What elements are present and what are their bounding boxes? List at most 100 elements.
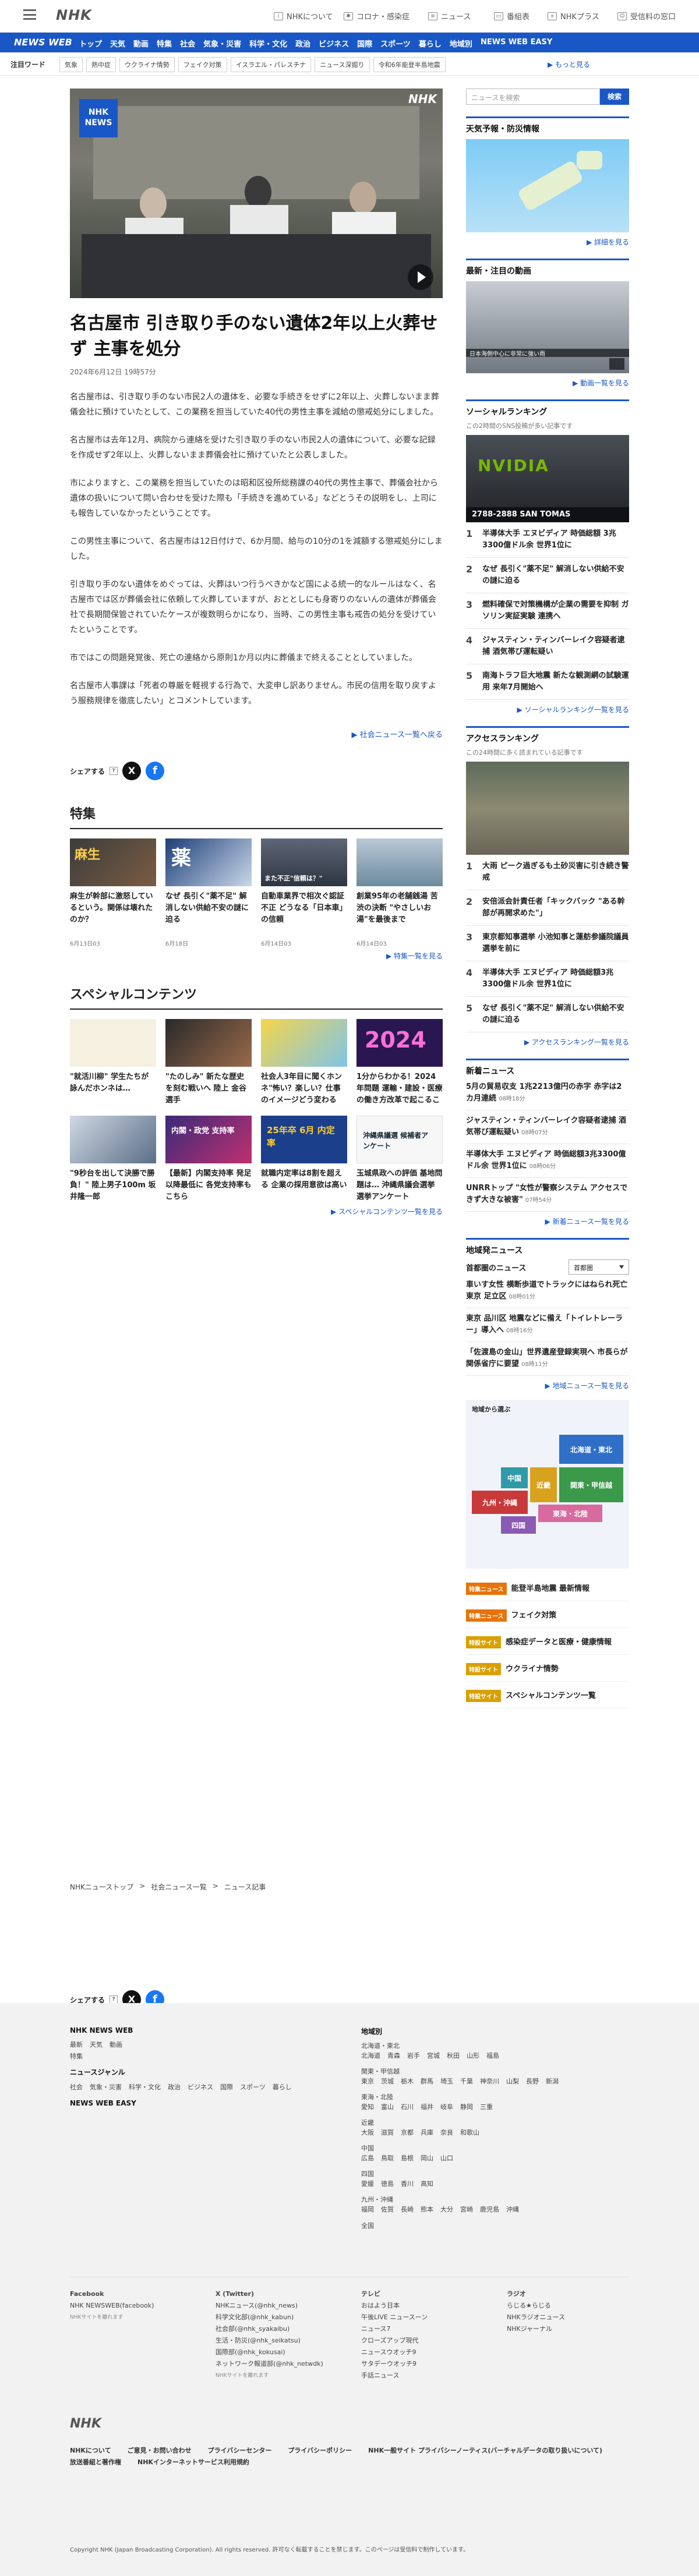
cat-international[interactable]: 国際	[357, 38, 372, 49]
cat-life[interactable]: 暮らし	[419, 38, 442, 49]
keyword-chip[interactable]: 熱中症	[86, 57, 116, 72]
feature-card[interactable]: 創業95年の老舗銭湯 苦渋の決断 "やさしいお湯"を最後まで 6月14日03	[356, 838, 443, 947]
footer-link[interactable]: 栃木	[401, 2076, 414, 2087]
special-link[interactable]: 特設サイト スペシャルコンテンツ一覧	[466, 1690, 629, 1708]
special-card[interactable]: "たのしみ" 新たな歴史を刻む戦いへ 陸上 金谷選手	[165, 1019, 252, 1106]
footer-link[interactable]: 福島	[486, 2050, 499, 2062]
weather-detail-link[interactable]: ▶ 詳細を見る	[466, 237, 629, 247]
footer-link[interactable]: 長野	[526, 2076, 539, 2087]
cat-video[interactable]: 動画	[133, 38, 149, 49]
footer-link[interactable]: NHKについて	[70, 2446, 111, 2455]
nav-news[interactable]: ≡ ニュース	[428, 10, 471, 22]
footer-link[interactable]: 山口	[440, 2153, 453, 2164]
footer-link[interactable]: 群馬	[421, 2076, 433, 2087]
footer-link[interactable]: 埼玉	[440, 2076, 453, 2087]
footer-link[interactable]: NHKニュース(@nhk_news)	[216, 2300, 350, 2312]
special-card[interactable]: "就活川柳" 学生たちが詠んだホンネは…	[70, 1019, 156, 1106]
local-list-link[interactable]: ▶ 地域ニュース一覧を見る	[466, 1381, 629, 1390]
footer-link[interactable]: 科学文化部(@nhk_kabun)	[216, 2312, 350, 2323]
keyword-chip[interactable]: ニュース深掘り	[315, 57, 370, 72]
footer-link[interactable]: 長崎	[401, 2204, 414, 2216]
footer-link[interactable]: 青森	[387, 2050, 400, 2062]
footer-link[interactable]: スポーツ	[240, 2082, 266, 2093]
special-link[interactable]: 特集ニュース 能登半島地震 最新情報	[466, 1583, 629, 1601]
footer-link[interactable]: 兵庫	[421, 2127, 433, 2139]
footer-link[interactable]: プライバシーポリシー	[288, 2446, 352, 2455]
access-thumb[interactable]	[466, 762, 629, 855]
cat-disaster[interactable]: 気象・災害	[203, 38, 241, 49]
access-rank-item[interactable]: 1 大雨 ピーク過ぎるも土砂災害に引き続き警戒	[466, 855, 629, 890]
play-icon[interactable]	[408, 264, 433, 290]
help-icon[interactable]: ?	[110, 767, 118, 775]
footer-link[interactable]: 島根	[401, 2153, 414, 2164]
special-link[interactable]: 特設サイト 感染症データと医療・健康情報	[466, 1636, 629, 1655]
footer-link[interactable]: 大分	[440, 2204, 453, 2216]
special-card[interactable]: "9秒台を出して決勝で勝負！" 陸上男子100m 坂井隆一郎	[70, 1116, 156, 1203]
video-thumb[interactable]: 日本海側中心に非常に強い雨	[466, 281, 629, 373]
footer-link[interactable]: 香川	[401, 2178, 414, 2190]
latest-item[interactable]: 半導体大手 エヌビディア 時価総額3兆3300億ドル余 世界1位に 08時06分	[466, 1144, 629, 1178]
footer-link[interactable]: 社会	[70, 2082, 83, 2093]
local-item[interactable]: 東京 品川区 地震などに備え「トイレトレーラー」導入へ 08時16分	[466, 1308, 629, 1342]
footer-link[interactable]: 暮らし	[273, 2082, 292, 2093]
access-rank-item[interactable]: 5 なぜ 長引く"薬不足" 解消しない供給不安の謎に迫る	[466, 997, 629, 1032]
footer-easy-link[interactable]: NEWS WEB EASY	[70, 2099, 326, 2107]
footer-link[interactable]: 山梨	[506, 2076, 519, 2087]
breadcrumb-item[interactable]: NHKニューストップ	[70, 1882, 133, 1892]
latest-item[interactable]: 5月の貿易収支 1兆2213億円の赤字 赤字は2カ月連続 08時18分	[466, 1077, 629, 1110]
footer-link[interactable]: 福岡	[361, 2204, 374, 2216]
footer-link[interactable]: 北海道	[361, 2050, 380, 2062]
footer-link[interactable]: 東京	[361, 2076, 374, 2087]
footer-link[interactable]: 放送番組と著作権	[70, 2457, 121, 2467]
region-kyushu[interactable]: 九州・沖縄	[472, 1491, 528, 1514]
footer-link[interactable]: 鹿児島	[480, 2204, 499, 2216]
footer-link[interactable]: 午後LIVE ニュースーン	[361, 2312, 495, 2323]
footer-link[interactable]: ご意見・お問い合わせ	[128, 2446, 192, 2455]
news-web-logo[interactable]: NEWS WEB	[14, 37, 72, 48]
footer-link[interactable]: 山形	[467, 2050, 479, 2062]
special-card[interactable]: 内閣・政党 支持率 【最新】内閣支持率 発足以降最低に 各党支持率もこちら	[165, 1116, 252, 1203]
access-list-link[interactable]: ▶ アクセスランキング一覧を見る	[466, 1037, 629, 1047]
footer-link[interactable]: 動画	[110, 2039, 122, 2051]
cat-feature[interactable]: 特集	[157, 38, 172, 49]
footer-link[interactable]: 佐賀	[381, 2204, 394, 2216]
footer-link[interactable]: クローズアップ現代	[361, 2335, 495, 2347]
footer-link[interactable]: 千葉	[460, 2076, 473, 2087]
footer-news-web[interactable]: NHK NEWS WEB	[70, 2026, 326, 2034]
social-rank-item[interactable]: 2 なぜ 長引く"薬不足" 解消しない供給不安の謎に迫る	[466, 558, 629, 593]
footer-link[interactable]: 政治	[168, 2082, 181, 2093]
latest-item[interactable]: UNRRトップ "女性が警察システム アクセスできず大きな被害" 07時54分	[466, 1178, 629, 1212]
footer-link[interactable]: 三重	[480, 2101, 493, 2113]
special-card[interactable]: 社会人3年目に聞くホンネ"怖い？楽しい？仕事のイメージどう変わる	[261, 1019, 347, 1106]
cat-easy[interactable]: NEWS WEB EASY	[481, 38, 552, 49]
local-item[interactable]: 車いす女性 横断歩道でトラックにはねられ死亡 東京 足立区 08時01分	[466, 1275, 629, 1308]
footer-link[interactable]: 愛知	[361, 2101, 374, 2113]
keyword-more-link[interactable]: ▶ もっと見る	[548, 59, 590, 69]
footer-link[interactable]: 科学・文化	[129, 2082, 161, 2093]
footer-link[interactable]: 秋田	[447, 2050, 460, 2062]
cat-society[interactable]: 社会	[180, 38, 195, 49]
footer-link[interactable]: サタデーウオッチ9	[361, 2358, 495, 2370]
footer-link[interactable]: ネットワーク報道部(@nhk_netwdk)	[216, 2358, 350, 2370]
footer-link[interactable]: 京都	[401, 2127, 414, 2139]
footer-nhk-logo[interactable]: NHK	[70, 2416, 101, 2431]
nav-tv-schedule[interactable]: ▭ 番組表	[494, 10, 529, 22]
play-icon[interactable]	[609, 358, 624, 370]
keyword-chip[interactable]: ウクライナ情勢	[119, 57, 175, 72]
weather-map[interactable]	[466, 139, 629, 232]
keyword-chip[interactable]: 令和6年能登半島地震	[373, 57, 446, 72]
breadcrumb-item[interactable]: 社会ニュース一覧	[151, 1882, 206, 1892]
feature-card[interactable]: 麻生 麻生が幹部に激怒しているという。関係は壊れたのか？ 6月13日03	[70, 838, 156, 947]
social-rank-item[interactable]: 1 半導体大手 エヌビディア 時価総額 3兆3300億ドル余 世界1位に	[466, 522, 629, 558]
region-tokai[interactable]: 東海・北陸	[538, 1505, 602, 1522]
keyword-chip[interactable]: 気象	[59, 57, 83, 72]
region-kinki[interactable]: 近畿	[530, 1467, 557, 1502]
feature-more-link[interactable]: ▶ 特集一覧を見る	[70, 951, 443, 961]
footer-link[interactable]: NHKラジオニュース	[507, 2312, 629, 2323]
facebook-share-icon[interactable]: f	[146, 762, 165, 780]
footer-link[interactable]: 和歌山	[460, 2127, 479, 2139]
special-card[interactable]: 25年卒 6月 内定率 就職内定率は8割を超える 企業の採用意欲は高い	[261, 1116, 347, 1203]
footer-link[interactable]: 大阪	[361, 2127, 374, 2139]
nhk-logo[interactable]: NHK	[56, 7, 92, 23]
special-link[interactable]: 特集ニュース フェイク対策	[466, 1609, 629, 1628]
